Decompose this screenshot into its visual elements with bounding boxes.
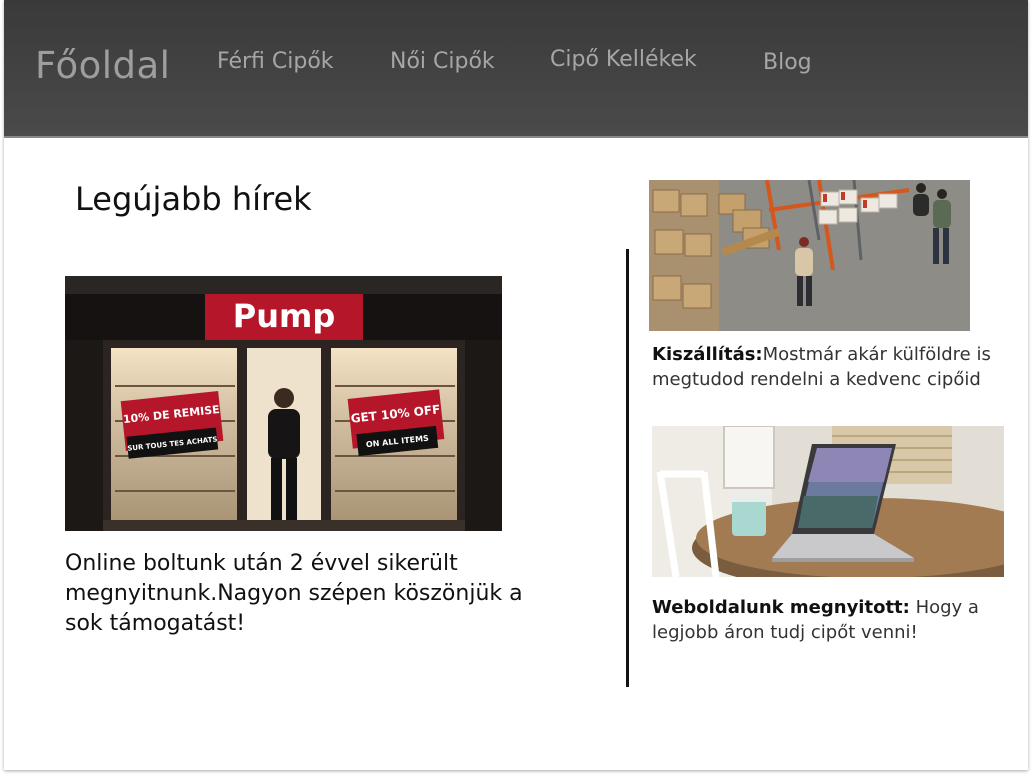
store-sign-text: Pump: [233, 297, 335, 335]
warehouse-image: [649, 180, 970, 331]
nav-home-link[interactable]: Főoldal: [35, 44, 170, 87]
nav-link-noi-cipok[interactable]: Női Cipők: [390, 49, 495, 74]
website-news-title: Weboldalunk megnyitott:: [652, 597, 910, 618]
store-front-image: Pump 10% DE REMISE SUR TOUS TES ACHATS G…: [65, 276, 502, 531]
article-text: Online boltunk után 2 évvel sikerült meg…: [65, 551, 523, 636]
website-news-text: Weboldalunk megnyitott: Hogy a legjobb á…: [652, 595, 1002, 645]
nav-link-blog[interactable]: Blog: [763, 50, 812, 75]
shipping-news-title: Kiszállítás:: [652, 344, 763, 365]
shipping-news-text: Kiszállítás:Mostmár akár külföldre is me…: [652, 342, 1002, 392]
navbar: Főoldal Férfi Cipők Női Cipők Cipő Kellé…: [4, 0, 1028, 138]
page-frame: Főoldal Férfi Cipők Női Cipők Cipő Kellé…: [4, 0, 1028, 770]
laptop-image: [652, 426, 1004, 577]
vertical-divider: [626, 249, 629, 687]
nav-link-cipo-kellekek[interactable]: Cipő Kellékek: [550, 47, 697, 72]
section-heading: Legújabb hírek: [75, 180, 312, 218]
nav-link-ferfi-cipok[interactable]: Férfi Cipők: [217, 49, 334, 74]
